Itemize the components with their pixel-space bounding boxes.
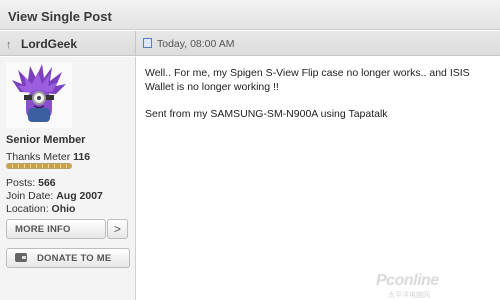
timestamp-text: Today, 08:00 AM xyxy=(157,38,235,50)
post-author-header: ↑ LordGeek xyxy=(0,31,136,56)
author-name[interactable]: LordGeek xyxy=(21,37,77,51)
posts-value: 566 xyxy=(38,177,56,189)
post-header: ↑ LordGeek Today, 08:00 AM xyxy=(0,31,500,56)
join-date-stat: Join Date: Aug 2007 xyxy=(6,190,103,202)
post-body: Well.. For me, my Spigen S-View Flip cas… xyxy=(145,66,485,94)
posts-label: Posts: xyxy=(6,177,36,189)
page-title: View Single Post xyxy=(0,0,500,30)
post-timestamp: Today, 08:00 AM xyxy=(143,31,234,56)
location-stat: Location: Ohio xyxy=(6,203,75,215)
wallet-icon xyxy=(15,253,27,262)
arrow-up-icon[interactable]: ↑ xyxy=(6,39,18,51)
avatar[interactable] xyxy=(6,62,72,128)
join-date-label: Join Date: xyxy=(6,190,54,202)
user-rank: Senior Member xyxy=(6,134,86,146)
donate-button[interactable]: DONATE TO ME xyxy=(6,248,130,268)
thanks-meter-bar xyxy=(6,163,72,169)
location-label: Location: xyxy=(6,203,49,215)
join-date-value: Aug 2007 xyxy=(56,190,103,202)
post-body-line1: Well.. For me, my Spigen S-View Flip cas… xyxy=(145,67,470,79)
thanks-meter-label: Thanks Meter 116 xyxy=(6,151,90,163)
user-sidebar: Senior Member Thanks Meter 116 Posts: 56… xyxy=(0,57,136,300)
thanks-meter-fill xyxy=(7,164,71,168)
post-body-line2: Wallet is no longer working !! xyxy=(145,81,279,93)
watermark-logo: Pconline xyxy=(376,272,439,289)
thanks-meter-value: 116 xyxy=(73,151,91,163)
thanks-meter-text: Thanks Meter xyxy=(6,151,71,163)
watermark-sub: 太平洋电脑网 xyxy=(388,292,430,299)
post-signature: Sent from my SAMSUNG-SM-N900A using Tapa… xyxy=(145,108,388,120)
more-info-arrow-button[interactable]: > xyxy=(107,219,128,239)
donate-label: DONATE TO ME xyxy=(37,253,112,264)
posts-stat: Posts: 566 xyxy=(6,177,56,189)
document-icon xyxy=(143,38,152,48)
location-value: Ohio xyxy=(51,203,76,215)
more-info-button[interactable]: MORE INFO xyxy=(6,219,106,239)
